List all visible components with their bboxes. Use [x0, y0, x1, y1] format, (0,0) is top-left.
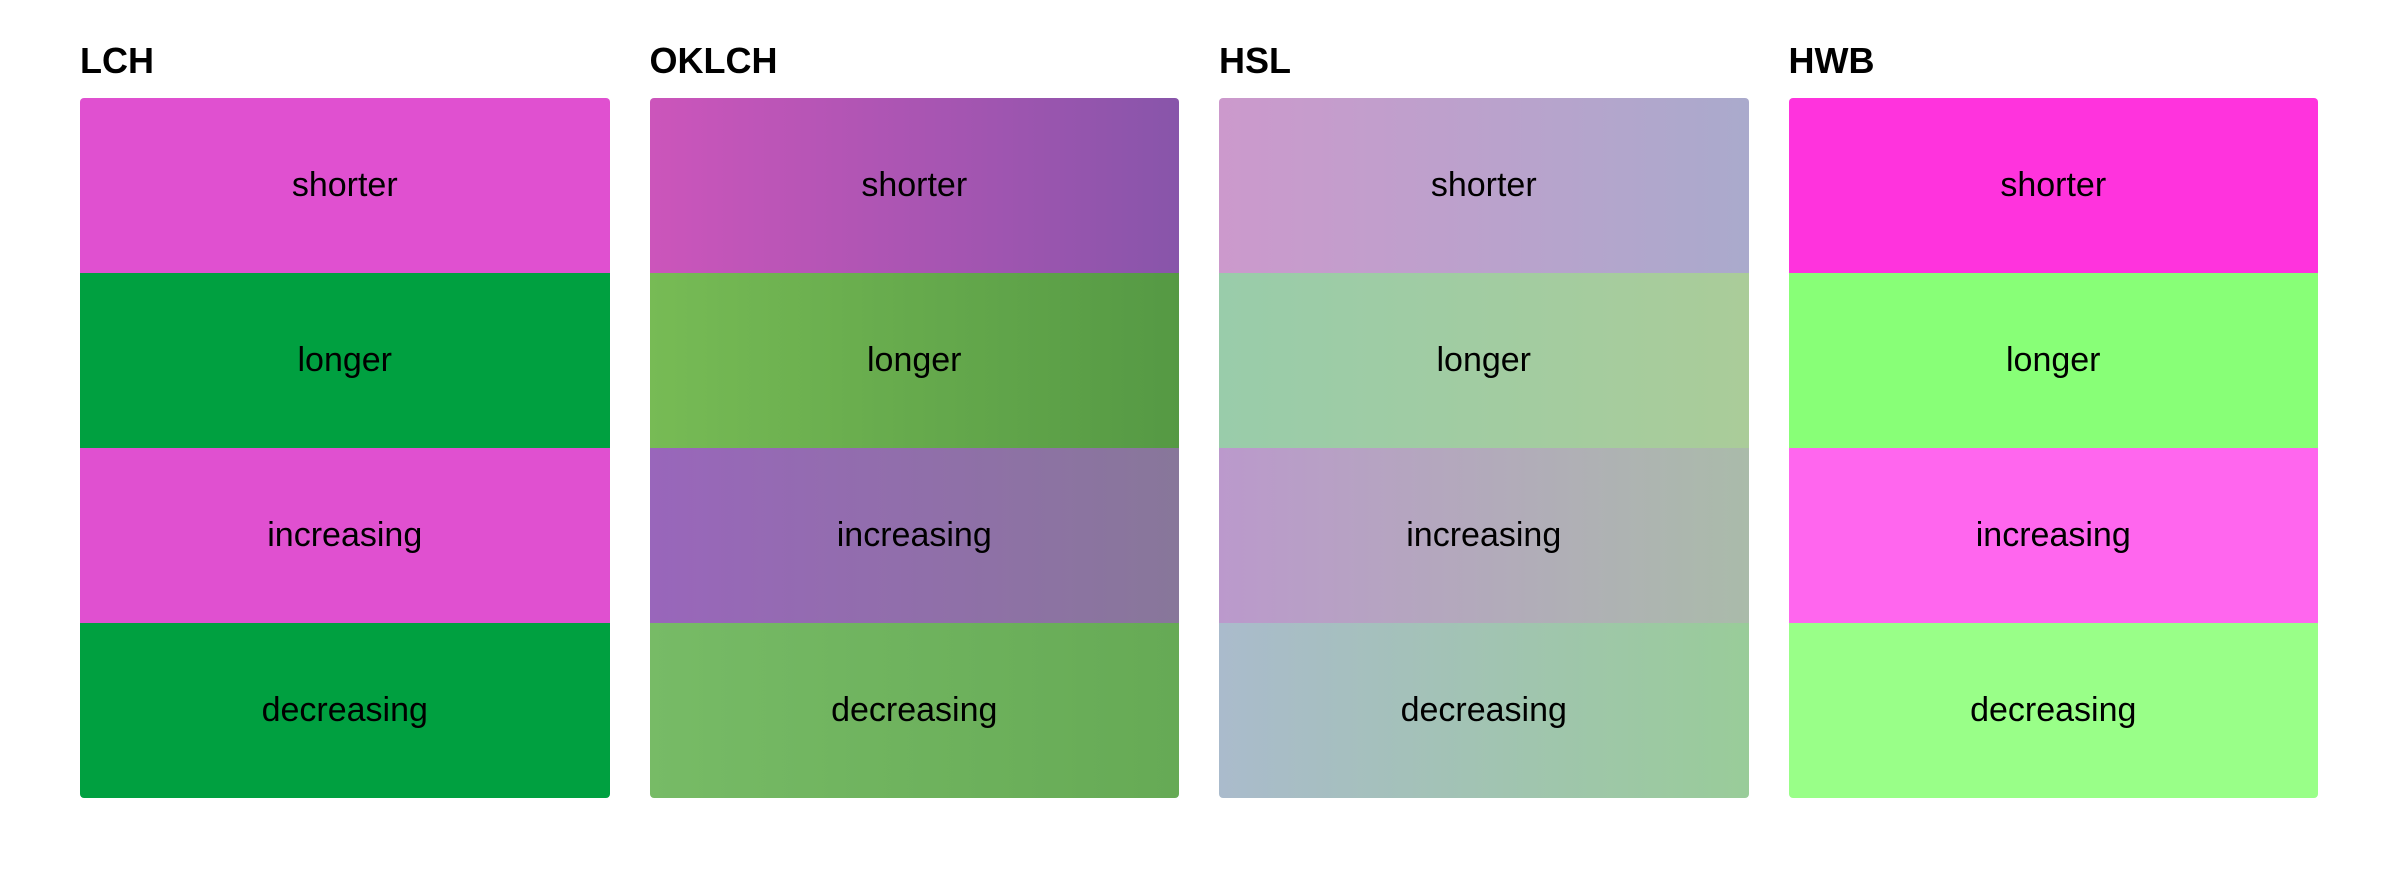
swatch-oklch-longer: longer [650, 273, 1180, 448]
swatch-label-hwb-shorter: shorter [2000, 166, 2106, 205]
card-lch: shorter longer increasing decreasing [80, 98, 610, 798]
group-lch: LCH shorter longer increasing decreasing [60, 40, 630, 798]
swatch-lch-increasing: increasing [80, 448, 610, 623]
title-hsl: HSL [1219, 40, 1749, 82]
page-container: LCHshorterlongerincreasingdecreasingOKLC… [60, 40, 2338, 798]
title-lch: LCH [80, 40, 610, 82]
swatch-oklch-decreasing: decreasing [650, 623, 1180, 798]
swatch-hsl-shorter: shorter [1219, 98, 1749, 273]
title-oklch: OKLCH [650, 40, 1180, 82]
group-hwb: HWB shorter longer increasing decreasing [1769, 40, 2339, 798]
swatch-label-lch-shorter: shorter [292, 166, 398, 205]
swatch-label-hsl-decreasing: decreasing [1401, 691, 1567, 730]
group-oklch: OKLCH shorter longer increasing decreasing [630, 40, 1200, 798]
swatch-label-oklch-shorter: shorter [861, 166, 967, 205]
swatch-hwb-shorter: shorter [1789, 98, 2319, 273]
swatch-hwb-increasing: increasing [1789, 448, 2319, 623]
swatch-oklch-increasing: increasing [650, 448, 1180, 623]
swatch-label-hwb-longer: longer [2006, 341, 2101, 380]
card-oklch: shorter longer increasing decreasing [650, 98, 1180, 798]
title-hwb: HWB [1789, 40, 2319, 82]
swatch-label-lch-longer: longer [297, 341, 392, 380]
swatch-hwb-longer: longer [1789, 273, 2319, 448]
swatch-label-lch-decreasing: decreasing [262, 691, 428, 730]
swatch-label-hsl-increasing: increasing [1406, 516, 1561, 555]
card-hwb: shorter longer increasing decreasing [1789, 98, 2319, 798]
swatch-lch-longer: longer [80, 273, 610, 448]
swatch-hwb-decreasing: decreasing [1789, 623, 2319, 798]
swatch-hsl-decreasing: decreasing [1219, 623, 1749, 798]
swatch-hsl-longer: longer [1219, 273, 1749, 448]
swatch-label-hwb-increasing: increasing [1976, 516, 2131, 555]
swatch-label-oklch-increasing: increasing [837, 516, 992, 555]
swatch-label-lch-increasing: increasing [267, 516, 422, 555]
swatch-label-oklch-decreasing: decreasing [831, 691, 997, 730]
swatch-lch-shorter: shorter [80, 98, 610, 273]
swatch-label-hwb-decreasing: decreasing [1970, 691, 2136, 730]
swatch-lch-decreasing: decreasing [80, 623, 610, 798]
swatch-hsl-increasing: increasing [1219, 448, 1749, 623]
card-hsl: shorter longer increasing decreasing [1219, 98, 1749, 798]
group-hsl: HSL shorter longer increasing decreasing [1199, 40, 1769, 798]
swatch-oklch-shorter: shorter [650, 98, 1180, 273]
swatch-label-hsl-shorter: shorter [1431, 166, 1537, 205]
swatch-label-oklch-longer: longer [867, 341, 962, 380]
swatch-label-hsl-longer: longer [1436, 341, 1531, 380]
